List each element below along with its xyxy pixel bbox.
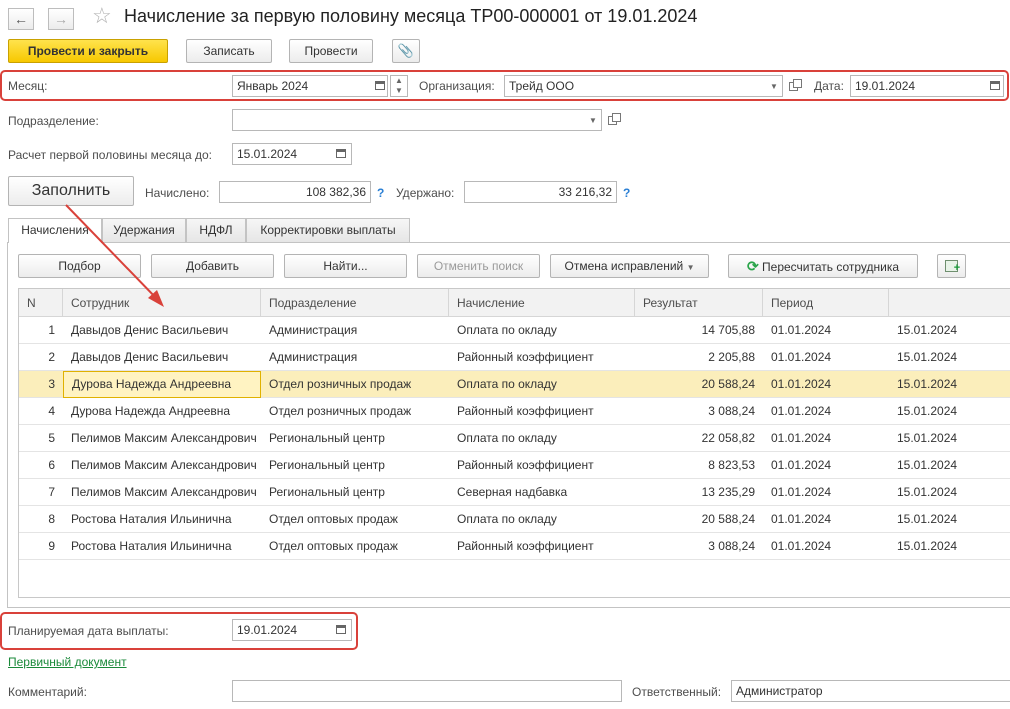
planned-date-field[interactable]: 19.01.2024: [232, 619, 352, 641]
primary-document-link[interactable]: Первичный документ: [8, 655, 127, 669]
planned-date-value: 19.01.2024: [237, 623, 298, 637]
calendar-icon[interactable]: [336, 625, 346, 634]
annotation-arrow: [65, 204, 164, 307]
comment-label: Комментарий:: [8, 685, 87, 699]
responsible-label: Ответственный:: [632, 685, 722, 699]
comment-field[interactable]: [232, 680, 622, 702]
responsible-field[interactable]: Администратор: [731, 680, 1010, 702]
responsible-value: Администратор: [736, 684, 823, 698]
annotation-arrow-line: [65, 204, 159, 301]
planned-date-label: Планируемая дата выплаты:: [8, 624, 169, 638]
